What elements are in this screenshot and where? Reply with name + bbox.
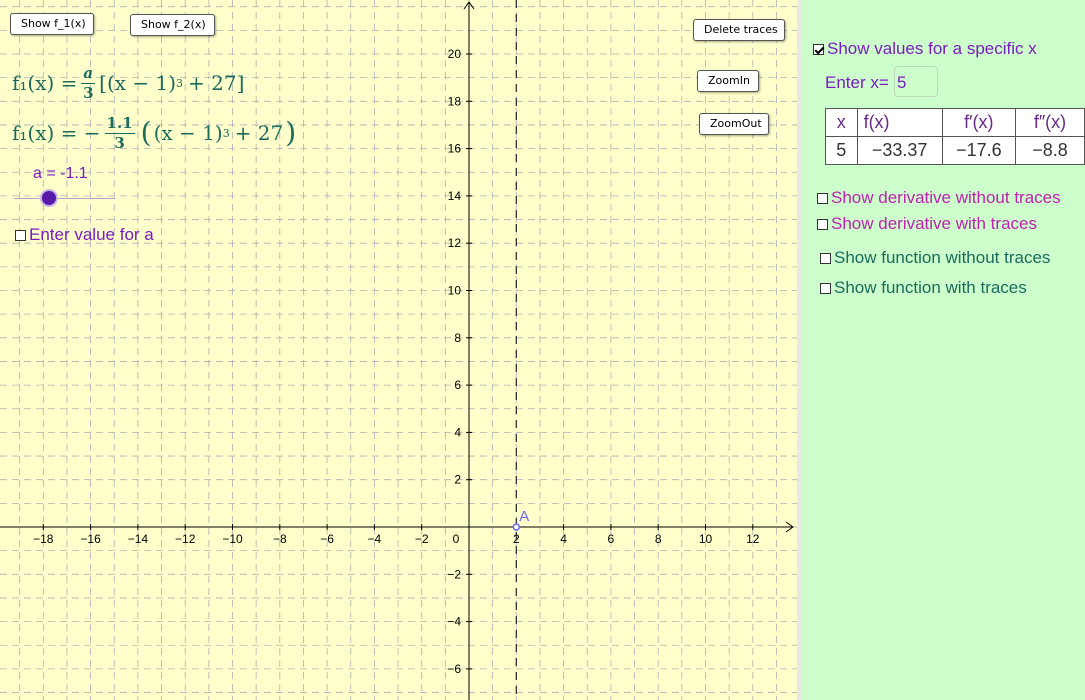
y-tick-label: −6	[447, 662, 461, 676]
graphics-view[interactable]: −18−16−14−12−10−8−6−4−202468101224681012…	[0, 0, 797, 700]
show-derivative-with-traces-checkbox[interactable]	[817, 218, 828, 230]
table-header-f2x: f″(x)	[1015, 108, 1085, 137]
table-cell-x: 5	[825, 136, 858, 165]
x-tick-label: −2	[415, 532, 429, 546]
x-tick-label: 12	[746, 532, 760, 546]
y-tick-label: 10	[448, 284, 462, 298]
formula1-body: [(x − 1)	[99, 71, 177, 95]
table-header-f1x: f′(x)	[941, 108, 1017, 137]
formula2-tail: + 27	[234, 121, 284, 145]
show-f1-button[interactable]: Show f_1(x)	[10, 13, 94, 35]
show-function-with-traces-row[interactable]: Show function with traces	[820, 278, 1027, 298]
enter-a-checkbox[interactable]	[15, 229, 26, 241]
table-cell-fx: −33.37	[856, 136, 943, 165]
formula2-lhs: f₁(x) = −	[12, 121, 101, 145]
y-tick-label: 14	[448, 189, 462, 203]
formula2-frac-num: 1.1	[104, 113, 135, 134]
x-tick-label: 0	[453, 532, 460, 546]
table-row: 5 −33.37 −17.6 −8.8	[825, 136, 1085, 165]
formula2-exp: 3	[222, 126, 230, 140]
formula-f1-specific: f₁(x) = − 1.1 3 ( (x − 1) 3 + 27 )	[12, 110, 298, 156]
show-f2-button[interactable]: Show f_2(x)	[130, 14, 215, 36]
y-tick-label: 4	[454, 425, 461, 439]
show-function-without-traces-checkbox[interactable]	[820, 252, 831, 264]
show-derivative-with-traces-row[interactable]: Show derivative with traces	[817, 214, 1037, 234]
enter-x-value: 5	[897, 73, 907, 92]
table-cell-f2x: −8.8	[1015, 136, 1085, 165]
show-derivative-without-traces-checkbox[interactable]	[817, 192, 828, 204]
show-values-checkbox-row[interactable]: Show values for a specific x	[813, 39, 1037, 59]
show-derivative-without-traces-label: Show derivative without traces	[831, 188, 1061, 207]
formula1-frac-den: 3	[83, 83, 94, 102]
y-tick-label: 18	[448, 94, 462, 108]
x-tick-label: −10	[222, 532, 243, 546]
slider-label: a = -1.1	[33, 165, 88, 182]
axes	[0, 1, 794, 700]
x-tick-label: −8	[273, 532, 287, 546]
graph-marks: A	[512, 0, 529, 700]
enter-x-input[interactable]: 5	[894, 66, 938, 97]
table-header-fx: f(x)	[856, 108, 943, 137]
show-derivative-with-traces-label: Show derivative with traces	[831, 214, 1037, 233]
show-values-label: Show values for a specific x	[827, 39, 1037, 58]
show-function-with-traces-checkbox[interactable]	[820, 282, 831, 294]
values-table: x f(x) f′(x) f″(x) 5 −33.37 −17.6 −8.8	[825, 108, 1085, 165]
y-tick-label: −4	[447, 615, 461, 629]
formula1-exp: 3	[176, 76, 184, 90]
x-tick-label: 4	[560, 532, 567, 546]
delete-traces-button[interactable]: Delete traces	[693, 19, 785, 41]
formula-f1-general: f₁(x) = a 3 [(x − 1) 3 + 27]	[12, 60, 244, 106]
x-tick-label: 6	[608, 532, 615, 546]
y-tick-label: 12	[448, 236, 462, 250]
y-tick-label: 2	[454, 473, 461, 487]
table-header-row: x f(x) f′(x) f″(x)	[825, 108, 1085, 137]
table-header-x: x	[825, 108, 858, 137]
enter-a-checkbox-row[interactable]: Enter value for a	[15, 225, 154, 245]
zoom-out-button[interactable]: ZoomOut	[699, 113, 769, 135]
y-tick-label: −2	[447, 567, 461, 581]
zoom-in-button[interactable]: ZoomIn	[697, 70, 759, 92]
slider-a[interactable]	[14, 191, 115, 207]
formula2-close-paren: )	[285, 116, 297, 149]
formula2-frac-den: 3	[114, 133, 125, 152]
show-function-with-traces-label: Show function with traces	[834, 278, 1027, 297]
y-tick-label: 8	[454, 331, 461, 345]
formula1-fraction: a 3	[81, 63, 96, 102]
x-tick-label: −18	[33, 532, 54, 546]
formula2-body: (x − 1)	[153, 121, 223, 145]
slider-knob[interactable]	[42, 191, 57, 205]
side-panel	[801, 0, 1085, 700]
y-tick-label: 20	[448, 47, 462, 61]
x-tick-label: −12	[175, 532, 196, 546]
x-tick-label: 10	[699, 532, 713, 546]
formula2-open-paren: (	[140, 116, 152, 149]
x-tick-label: −6	[320, 532, 334, 546]
formula2-fraction: 1.1 3	[104, 113, 135, 152]
enter-a-label: Enter value for a	[29, 225, 154, 244]
x-tick-label: −16	[80, 532, 101, 546]
point-a-label: A	[519, 508, 529, 525]
x-tick-label: 8	[655, 532, 662, 546]
show-function-without-traces-row[interactable]: Show function without traces	[820, 248, 1050, 268]
enter-x-text: Enter x=	[825, 73, 889, 92]
table-cell-f1x: −17.6	[941, 136, 1017, 165]
slider-track	[14, 198, 115, 199]
formula1-tail: + 27]	[188, 71, 245, 95]
x-tick-label: −4	[368, 532, 382, 546]
y-tick-label: 16	[448, 142, 462, 156]
show-derivative-without-traces-row[interactable]: Show derivative without traces	[817, 188, 1061, 208]
y-tick-label: 6	[454, 378, 461, 392]
formula1-frac-num: a	[81, 63, 96, 84]
enter-x-label: Enter x=	[825, 73, 889, 93]
x-tick-label: −14	[128, 532, 149, 546]
show-values-checkbox[interactable]	[813, 43, 824, 55]
formula1-lhs: f₁(x) =	[12, 71, 78, 95]
show-function-without-traces-label: Show function without traces	[834, 248, 1051, 267]
